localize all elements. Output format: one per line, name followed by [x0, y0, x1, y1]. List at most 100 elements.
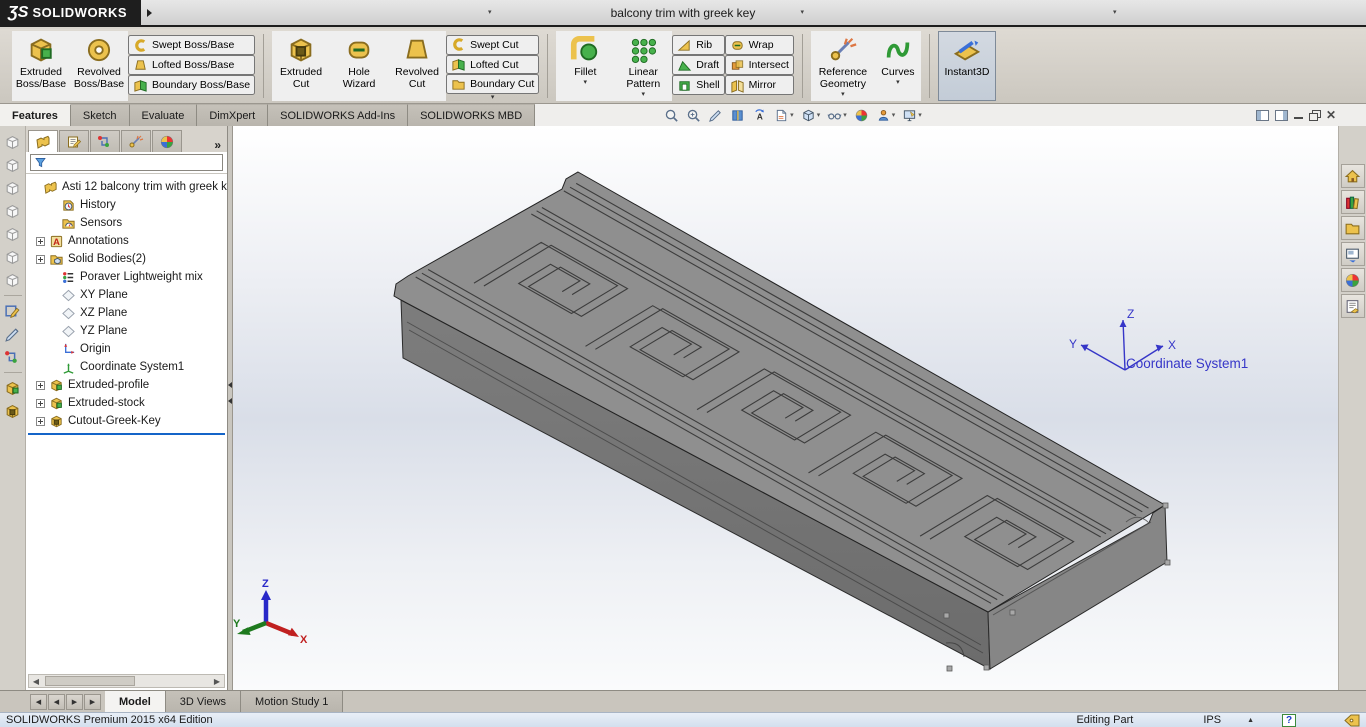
tree-item-xy-plane[interactable]: XY Plane [26, 286, 227, 304]
tree-item-extruded-stock[interactable]: Extruded-stock [26, 394, 227, 412]
tree-item-history[interactable]: History [26, 196, 227, 214]
menu-flyout-arrow-icon[interactable] [147, 9, 152, 17]
display-style-button[interactable]: ▾ [800, 107, 822, 124]
revolved-cut-button[interactable]: Revolved Cut [388, 31, 446, 101]
hole-wizard-button[interactable]: Hole Wizard [330, 31, 388, 101]
standard-view-isometric-button[interactable] [3, 270, 23, 290]
swept-cut-button[interactable]: Swept Cut [446, 35, 539, 55]
reference-geometry-button[interactable]: Reference Geometry▾ [811, 31, 875, 101]
tree-item-extruded-profile[interactable]: Extruded-profile [26, 376, 227, 394]
scrollbar-thumb[interactable] [45, 676, 135, 686]
zoom-to-area-button[interactable] [685, 107, 702, 124]
tree-item-solid-bodies[interactable]: Solid Bodies(2) [26, 250, 227, 268]
tab-evaluate[interactable]: Evaluate [130, 104, 198, 126]
rib-button[interactable]: Rib [672, 35, 724, 55]
left-pane-toggle-icon[interactable] [1256, 110, 1269, 121]
extrude-shortcut-button[interactable] [3, 378, 23, 398]
section-view-button[interactable] [729, 107, 746, 124]
sketch-button[interactable] [3, 301, 23, 321]
prev-tab-icon[interactable]: ◀ [48, 694, 65, 710]
expand-icon[interactable] [36, 399, 45, 408]
expand-icon[interactable] [36, 237, 45, 246]
tab-3d-views[interactable]: 3D Views [166, 691, 241, 712]
tree-filter-input[interactable] [30, 154, 223, 171]
route-line-button[interactable] [3, 347, 23, 367]
tree-item-origin[interactable]: Origin [26, 340, 227, 358]
intersect-button[interactable]: Intersect [725, 55, 794, 75]
draft-button[interactable]: Draft [672, 55, 724, 75]
edit-appearance-button[interactable] [853, 107, 870, 124]
tab-solidworks-add-ins[interactable]: SOLIDWORKS Add-Ins [268, 104, 408, 126]
expand-icon[interactable] [36, 417, 45, 426]
tab-sketch[interactable]: Sketch [71, 104, 130, 126]
apply-scene-button[interactable]: ▾ [875, 107, 897, 124]
lofted-boss-base-button[interactable]: Lofted Boss/Base [128, 55, 255, 75]
dimxpert-manager-tab[interactable] [121, 130, 151, 152]
view-orientation-button[interactable]: ▾ [773, 107, 795, 124]
tree-item-coordinate-system[interactable]: Coordinate System1 [26, 358, 227, 376]
extruded-boss-base-button[interactable]: Extruded Boss/Base [12, 31, 70, 101]
doc-close-icon[interactable]: ✕ [1326, 109, 1336, 121]
file-explorer-button[interactable] [1341, 216, 1365, 240]
doc-restore-icon[interactable] [1309, 110, 1320, 120]
display-manager-tab[interactable] [152, 130, 182, 152]
tree-horizontal-scrollbar[interactable]: ◀ ▶ [28, 674, 225, 688]
tab-features[interactable]: Features [0, 104, 71, 126]
shell-button[interactable]: Shell [672, 75, 724, 95]
tab-motion-study[interactable]: Motion Study 1 [241, 691, 343, 712]
3d-drawing-view-button[interactable] [751, 107, 768, 124]
next-tab-icon[interactable]: ▶ [66, 694, 83, 710]
tree-item-annotations[interactable]: Annotations [26, 232, 227, 250]
scroll-left-icon[interactable]: ◀ [29, 677, 43, 686]
right-pane-toggle-icon[interactable] [1275, 110, 1288, 121]
tab-model[interactable]: Model [105, 691, 166, 712]
boundary-boss-base-button[interactable]: Boundary Boss/Base [128, 75, 255, 95]
standard-view-bottom-button[interactable] [3, 247, 23, 267]
last-tab-icon[interactable]: ▶ [84, 694, 101, 710]
more-tabs-icon[interactable]: » [210, 138, 225, 152]
standard-view-back-button[interactable] [3, 155, 23, 175]
fillet-button[interactable]: Fillet▾ [556, 31, 614, 101]
first-tab-icon[interactable]: ◀ [30, 694, 47, 710]
custom-properties-button[interactable] [1341, 294, 1365, 318]
extrude-cut-shortcut-button[interactable] [3, 401, 23, 421]
revolved-boss-base-button[interactable]: Revolved Boss/Base [70, 31, 128, 101]
appearances-scenes-button[interactable] [1341, 268, 1365, 292]
featuremanager-tree-tab[interactable] [28, 130, 58, 152]
rollback-bar[interactable] [28, 433, 225, 435]
quick-tips-button[interactable]: ? [1282, 714, 1296, 727]
previous-view-button[interactable] [707, 107, 724, 124]
property-manager-tab[interactable] [59, 130, 89, 152]
standard-view-front-button[interactable] [3, 132, 23, 152]
tag-button[interactable] [1344, 714, 1360, 727]
extruded-cut-button[interactable]: Extruded Cut [272, 31, 330, 101]
tab-dimxpert[interactable]: DimXpert [197, 104, 268, 126]
instant3d-button[interactable]: Instant3D [938, 31, 996, 101]
tab-solidworks-mbd[interactable]: SOLIDWORKS MBD [408, 104, 535, 126]
swept-boss-base-button[interactable]: Swept Boss/Base [128, 35, 255, 55]
units-selector[interactable]: IPS ▲ [1203, 714, 1254, 726]
curves-button[interactable]: Curves▾ [875, 31, 921, 101]
doc-minimize-icon[interactable] [1294, 112, 1303, 119]
design-library-button[interactable] [1341, 190, 1365, 214]
tree-item-cutout-greek-key[interactable]: Cutout-Greek-Key [26, 412, 227, 430]
linear-pattern-button[interactable]: Linear Pattern▾ [614, 31, 672, 101]
expand-icon[interactable] [36, 255, 45, 264]
solidworks-resources-button[interactable] [1341, 164, 1365, 188]
wrap-button[interactable]: Wrap [725, 35, 794, 55]
graphics-viewport[interactable]: Z Y X Coordinate System1 Z X Y [233, 126, 1338, 690]
mirror-button[interactable]: Mirror [725, 75, 794, 95]
standard-view-top-button[interactable] [3, 224, 23, 244]
3d-sketch-button[interactable] [3, 324, 23, 344]
tree-item-sensors[interactable]: Sensors [26, 214, 227, 232]
standard-view-right-button[interactable] [3, 201, 23, 221]
expand-icon[interactable] [36, 381, 45, 390]
boundary-cut-button[interactable]: Boundary Cut [446, 74, 539, 94]
hide-show-items-button[interactable]: ▾ [826, 107, 848, 124]
tree-item-yz-plane[interactable]: YZ Plane [26, 322, 227, 340]
view-settings-button[interactable]: ▾ [901, 107, 923, 124]
zoom-to-fit-button[interactable] [663, 107, 680, 124]
scroll-right-icon[interactable]: ▶ [210, 677, 224, 686]
view-palette-button[interactable] [1341, 242, 1365, 266]
lofted-cut-button[interactable]: Lofted Cut [446, 55, 539, 75]
